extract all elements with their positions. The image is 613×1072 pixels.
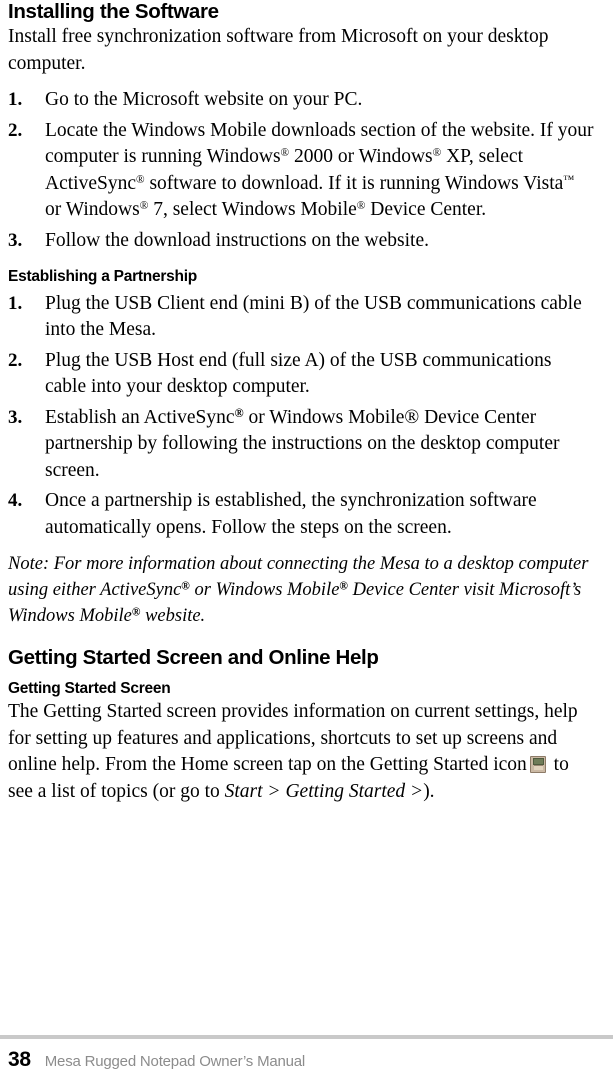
step-text-fragment: Establish an ActiveSync: [45, 406, 235, 428]
step-number: 1.: [8, 89, 23, 111]
step-number: 3.: [8, 229, 23, 251]
list-item: 3. Establish an ActiveSync® or Windows M…: [8, 405, 595, 485]
step-text: Go to the Microsoft website on your PC.: [45, 89, 363, 111]
registered-mark: ®: [181, 580, 190, 593]
paragraph-fragment: The Getting Started screen provides info…: [8, 701, 578, 776]
step-text: Follow the download instructions on the …: [45, 229, 430, 251]
getting-started-paragraph: The Getting Started screen provides info…: [8, 699, 595, 805]
step-number: 2.: [8, 119, 23, 141]
manual-title: Mesa Rugged Notepad Owner’s Manual: [44, 1053, 306, 1070]
registered-mark: ®: [135, 173, 145, 186]
getting-started-screen-subheading: Getting Started Screen: [8, 680, 171, 698]
footer-content: 38 Mesa Rugged Notepad Owner’s Manual: [0, 1039, 613, 1072]
trademark-mark: ™: [563, 173, 575, 186]
step-number: 1.: [8, 292, 23, 314]
list-item: 2. Plug the USB Host end (full size A) o…: [8, 348, 595, 401]
note-fragment: or Windows Mobile: [189, 580, 340, 601]
note-fragment: website.: [140, 606, 206, 627]
registered-mark: ®: [280, 147, 290, 160]
partnership-note: Note: For more information about connect…: [8, 551, 595, 629]
paragraph-fragment: ).: [423, 780, 435, 802]
step-text-fragment: Device Center.: [365, 199, 487, 221]
step-text-fragment: software to download. If it is running W…: [144, 172, 564, 194]
registered-mark: ®: [432, 147, 442, 160]
step-text: Locate the Windows Mobile downloads sect…: [45, 120, 594, 221]
menu-path-italic: Start > Getting Started >: [224, 780, 424, 802]
step-text: Plug the USB Client end (mini B) of the …: [45, 292, 582, 341]
list-item: 1. Go to the Microsoft website on your P…: [8, 87, 595, 114]
step-text-fragment: 2000 or Windows: [289, 146, 433, 168]
registered-mark: ®: [234, 405, 244, 420]
list-item: 1. Plug the USB Client end (mini B) of t…: [8, 291, 595, 344]
page-number: 38: [8, 1048, 31, 1071]
list-item: 3. Follow the download instructions on t…: [8, 228, 595, 255]
establishing-partnership-steps: 1. Plug the USB Client end (mini B) of t…: [8, 291, 595, 542]
getting-started-icon: [529, 756, 546, 774]
step-number: 3.: [8, 406, 23, 428]
installing-software-heading: Installing the Software: [8, 0, 219, 23]
step-number: 2.: [8, 349, 23, 371]
list-item: 4. Once a partnership is established, th…: [8, 488, 595, 541]
getting-started-heading: Getting Started Screen and Online Help: [8, 646, 379, 670]
establishing-partnership-heading: Establishing a Partnership: [8, 268, 198, 286]
installing-software-steps: 1. Go to the Microsoft website on your P…: [8, 87, 595, 254]
list-item: 2. Locate the Windows Mobile downloads s…: [8, 118, 595, 224]
registered-mark: ®: [339, 580, 348, 593]
installing-software-intro: Install free synchronization software fr…: [8, 26, 549, 74]
page-footer: 38 Mesa Rugged Notepad Owner’s Manual: [0, 1035, 613, 1072]
step-text: Plug the USB Host end (full size A) of t…: [45, 349, 552, 398]
step-text-fragment: 7, select Windows Mobile: [148, 199, 357, 221]
step-number: 4.: [8, 490, 23, 512]
step-text: Once a partnership is established, the s…: [45, 490, 537, 538]
page-content: Installing the Software Install free syn…: [0, 0, 613, 805]
step-text: Establish an ActiveSync® or Windows Mobi…: [45, 407, 560, 481]
step-text-fragment: or Windows: [45, 199, 140, 221]
manual-page: Installing the Software Install free syn…: [0, 0, 613, 1072]
